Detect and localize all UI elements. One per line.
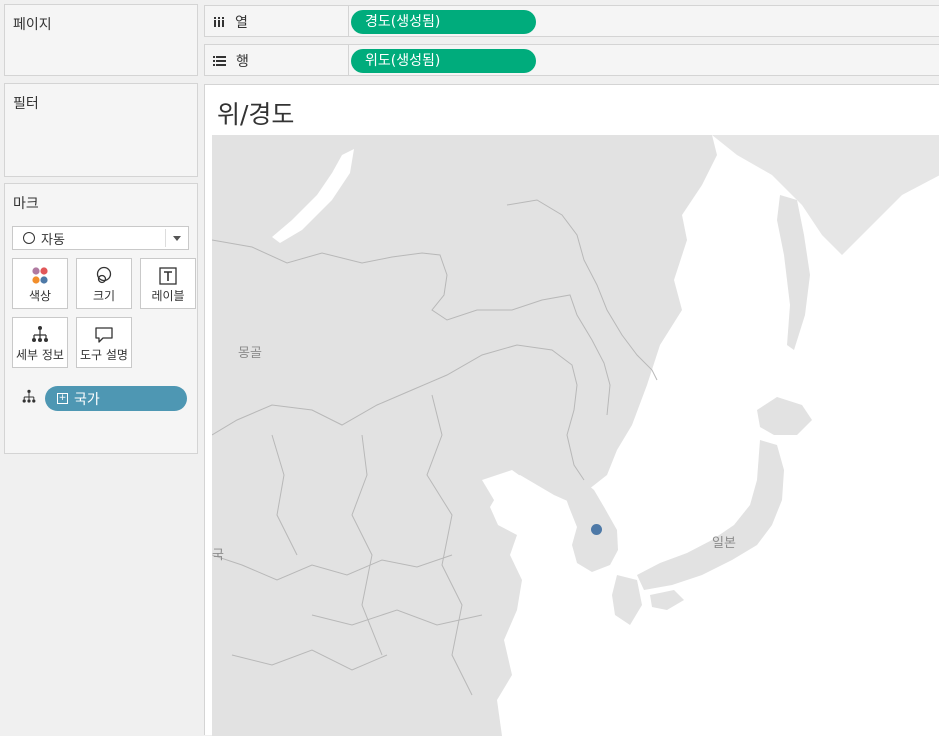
circle-mark-icon <box>23 232 35 244</box>
label-button-label: 레이블 <box>151 289 185 303</box>
pages-card[interactable]: 페이지 <box>4 4 198 76</box>
map-label-japan: 일본 <box>712 536 736 551</box>
filters-card-title: 필터 <box>13 96 39 112</box>
expand-plus-icon[interactable]: + <box>57 393 68 404</box>
korea-data-point[interactable] <box>591 524 602 535</box>
rows-shelf-label: 행 <box>236 54 249 70</box>
country-field-row: + 국가 <box>21 386 187 411</box>
country-field-pill[interactable]: + 국가 <box>45 386 187 411</box>
color-dots-icon <box>13 266 67 286</box>
sakhalin-island <box>777 195 810 350</box>
label-button[interactable]: 레이블 <box>140 258 196 309</box>
dropdown-divider <box>165 229 166 247</box>
marks-card-title: 마크 <box>13 196 39 212</box>
shelf-divider <box>348 45 349 75</box>
detail-button-label: 세부 정보 <box>16 348 64 362</box>
honshu-island <box>637 440 784 590</box>
rows-icon <box>213 55 226 67</box>
size-circles-icon <box>77 266 131 286</box>
pages-card-title: 페이지 <box>13 17 52 33</box>
mark-type-dropdown[interactable]: 자동 <box>12 226 189 250</box>
size-button[interactable]: 크기 <box>76 258 132 309</box>
kamchatka-area <box>712 135 939 255</box>
map-view[interactable]: 몽골 일본 국 <box>212 135 939 736</box>
chevron-down-icon[interactable] <box>173 236 181 241</box>
detail-button[interactable]: 세부 정보 <box>12 317 68 368</box>
tooltip-bubble-icon <box>77 325 131 345</box>
columns-icon <box>213 16 225 28</box>
columns-shelf-label: 열 <box>235 15 248 31</box>
text-label-icon <box>141 266 195 286</box>
rows-shelf-label-group: 행 <box>213 51 249 71</box>
tooltip-button[interactable]: 도구 설명 <box>76 317 132 368</box>
country-field-label: 국가 <box>74 391 100 408</box>
color-button[interactable]: 색상 <box>12 258 68 309</box>
columns-shelf-label-group: 열 <box>213 12 248 32</box>
view-title[interactable]: 위/경도 <box>217 95 294 131</box>
shikoku-island <box>650 590 684 610</box>
mark-type-value: 자동 <box>41 232 65 248</box>
size-button-label: 크기 <box>92 289 116 303</box>
filters-card[interactable]: 필터 <box>4 83 198 177</box>
detail-hierarchy-icon <box>21 389 37 409</box>
rows-shelf[interactable]: 행 위도(생성됨) <box>204 44 939 76</box>
tooltip-button-label: 도구 설명 <box>80 348 128 362</box>
marks-card: 마크 자동 색상 크기 레이블 세부 정보 도구 설명 + 국가 <box>4 183 198 454</box>
hokkaido-island <box>757 397 812 435</box>
longitude-pill[interactable]: 경도(생성됨) <box>351 10 536 34</box>
korean-peninsula <box>562 480 618 572</box>
view-area: 위/경도 몽골 일본 국 <box>204 84 939 736</box>
map-label-mongolia: 몽골 <box>238 346 262 361</box>
shelf-divider <box>348 6 349 36</box>
latitude-pill[interactable]: 위도(생성됨) <box>351 49 536 73</box>
columns-shelf[interactable]: 열 경도(생성됨) <box>204 5 939 37</box>
detail-hierarchy-icon <box>13 325 67 345</box>
color-button-label: 색상 <box>28 289 52 303</box>
map-basemap <box>212 135 939 736</box>
kyushu-island <box>612 575 642 625</box>
map-label-china-fragment: 국 <box>212 548 224 563</box>
